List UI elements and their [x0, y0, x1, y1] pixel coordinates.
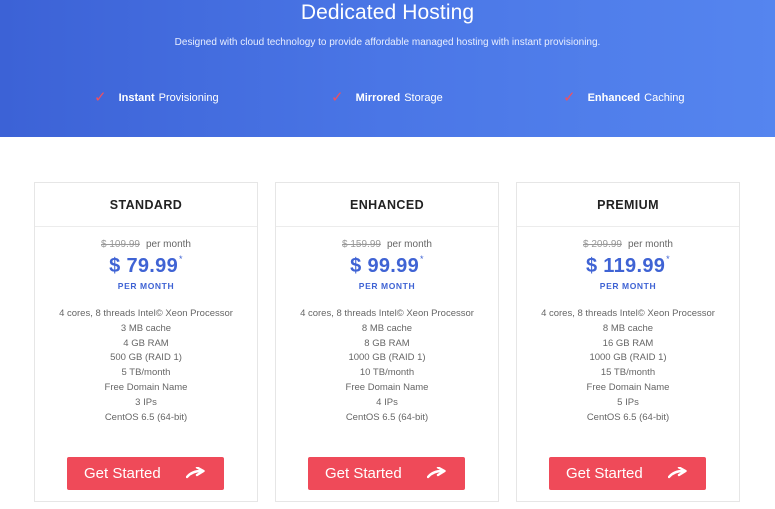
old-price-suffix: per month [386, 239, 432, 250]
plan-card-enhanced: ENHANCED $ 159.99 per month $ 99.99* PER … [275, 182, 499, 502]
spec-item: 16 GB RAM [602, 337, 654, 349]
arrow-right-icon [427, 466, 446, 478]
old-price-value: $ 109.99 [101, 239, 140, 250]
spec-item: CentOS 6.5 (64-bit) [345, 411, 429, 423]
plan-price: $ 99.99* [276, 254, 498, 278]
feature-bold: Enhanced [587, 91, 641, 104]
plan-name: STANDARD [109, 197, 183, 212]
old-price-value: $ 159.99 [342, 239, 381, 250]
button-label: Get Started [566, 465, 643, 482]
plan-specs: 4 cores, 8 threads Intel© Xeon Processor… [276, 307, 498, 425]
feature-rest: Provisioning [158, 91, 219, 104]
spec-item: 4 IPs [376, 396, 398, 408]
feature-rest: Caching [644, 91, 685, 104]
price-value: $ 79.99 [109, 255, 179, 277]
old-price: $ 109.99 per month [35, 239, 257, 250]
spec-item: Free Domain Name [586, 381, 670, 393]
plan-specs: 4 cores, 8 threads Intel© Xeon Processor… [517, 307, 739, 425]
feature-bold: Mirrored [355, 91, 401, 104]
spec-item: 500 GB (RAID 1) [110, 352, 182, 364]
spec-item: 8 MB cache [602, 322, 654, 334]
price-value: $ 119.99 [586, 255, 666, 277]
spec-item: Free Domain Name [104, 381, 188, 393]
old-price-suffix: per month [145, 239, 191, 250]
plan-header: PREMIUM [517, 183, 739, 227]
spec-item: 10 TB/month [359, 367, 415, 379]
spec-item: CentOS 6.5 (64-bit) [104, 411, 188, 423]
old-price: $ 209.99 per month [517, 239, 739, 250]
check-icon: ✓ [94, 89, 107, 106]
spec-item: 1000 GB (RAID 1) [589, 352, 667, 364]
spec-item: 4 cores, 8 threads Intel© Xeon Processor [300, 308, 474, 319]
arrow-right-icon [668, 466, 687, 478]
old-price-suffix: per month [627, 239, 673, 250]
spec-item: 4 cores, 8 threads Intel© Xeon Processor [541, 308, 715, 319]
feature-mirrored-storage: ✓ Mirrored Storage [331, 90, 443, 105]
title-bold: Hosting [402, 1, 475, 24]
plan-card-standard: STANDARD $ 109.99 per month $ 79.99* PER … [34, 182, 258, 502]
button-label: Get Started [84, 465, 161, 482]
check-icon: ✓ [563, 89, 576, 106]
plan-price: $ 79.99* [35, 254, 257, 278]
spec-item: CentOS 6.5 (64-bit) [586, 411, 670, 423]
plan-name: ENHANCED [349, 197, 425, 212]
spec-item: 4 GB RAM [123, 337, 169, 349]
hero-subtitle: Designed with cloud technology to provid… [174, 37, 601, 48]
spec-item: 8 MB cache [361, 322, 413, 334]
old-price-value: $ 209.99 [583, 239, 622, 250]
get-started-button-premium[interactable]: Get Started [549, 457, 706, 490]
spec-item: 15 TB/month [600, 367, 656, 379]
spec-item: 4 cores, 8 threads Intel© Xeon Processor [59, 308, 233, 319]
spec-item: 8 GB RAM [364, 337, 410, 349]
spec-item: Free Domain Name [345, 381, 429, 393]
arrow-right-icon [186, 466, 205, 478]
spec-item: 3 IPs [135, 396, 157, 408]
spec-item: 3 MB cache [120, 322, 172, 334]
button-label: Get Started [325, 465, 402, 482]
hero-banner: Dedicated Hosting Designed with cloud te… [0, 0, 775, 137]
feature-bold: Instant [118, 91, 155, 104]
plan-header: ENHANCED [276, 183, 498, 227]
price-mark: * [666, 254, 670, 264]
title-light: Dedicated [300, 1, 397, 24]
price-mark: * [179, 254, 183, 264]
spec-item: 5 IPs [617, 396, 639, 408]
get-started-button-standard[interactable]: Get Started [67, 457, 224, 490]
check-icon: ✓ [331, 89, 344, 106]
spec-item: 1000 GB (RAID 1) [348, 352, 426, 364]
old-price: $ 159.99 per month [276, 239, 498, 250]
plan-card-premium: PREMIUM $ 209.99 per month $ 119.99* PER … [516, 182, 740, 502]
spec-item: 5 TB/month [121, 367, 171, 379]
plan-header: STANDARD [35, 183, 257, 227]
price-value: $ 99.99 [350, 255, 420, 277]
page-title: Dedicated Hosting [0, 1, 775, 25]
get-started-button-enhanced[interactable]: Get Started [308, 457, 465, 490]
feature-enhanced-caching: ✓ Enhanced Caching [563, 90, 685, 105]
feature-rest: Storage [404, 91, 443, 104]
price-period: PER MONTH [117, 281, 175, 291]
price-period: PER MONTH [358, 281, 416, 291]
feature-instant-provisioning: ✓ Instant Provisioning [94, 90, 219, 105]
price-mark: * [420, 254, 424, 264]
plan-name: PREMIUM [597, 197, 659, 212]
price-period: PER MONTH [599, 281, 657, 291]
plan-price: $ 119.99* [517, 254, 739, 278]
plan-specs: 4 cores, 8 threads Intel© Xeon Processor… [35, 307, 257, 425]
